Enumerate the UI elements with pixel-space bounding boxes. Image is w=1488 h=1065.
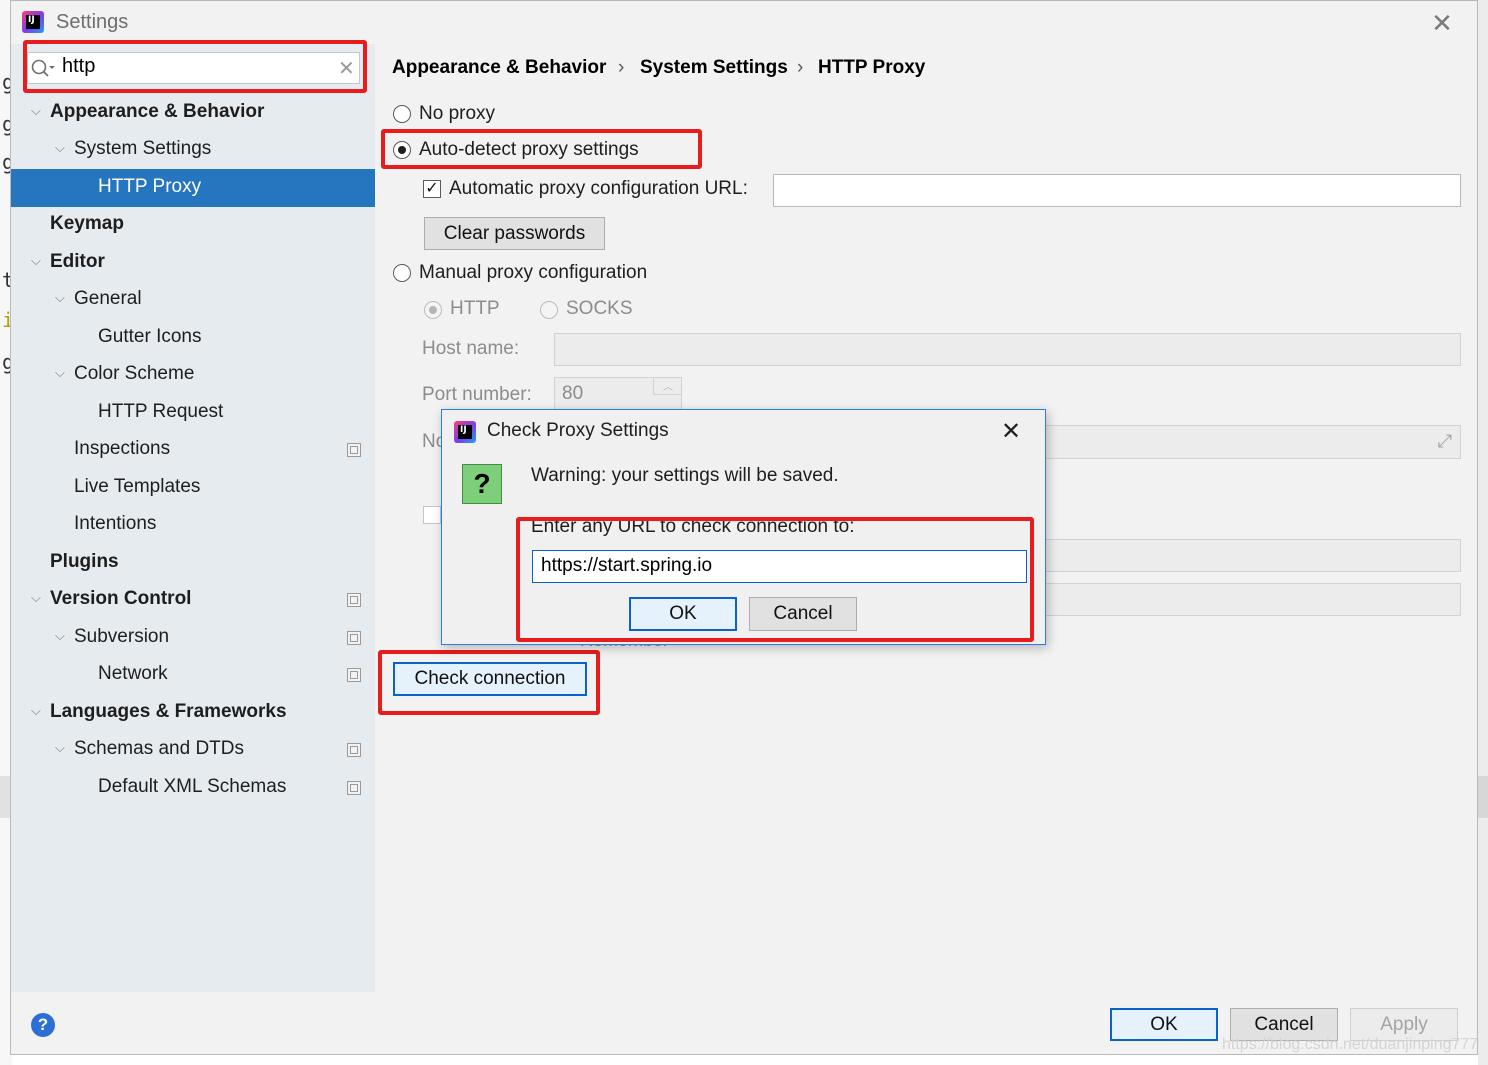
sidebar-item-live-templates[interactable]: Live Templates [74, 472, 200, 502]
ok-button[interactable]: OK [1110, 1008, 1218, 1041]
sidebar-item-http-request[interactable]: HTTP Request [98, 397, 223, 427]
question-icon: ? [462, 464, 502, 504]
sidebar-item-plugins[interactable]: Plugins [50, 547, 119, 577]
manual-proxy-radio[interactable] [393, 264, 411, 282]
project-settings-icon [347, 743, 361, 757]
sidebar-item-default-xml-schemas[interactable]: Default XML Schemas [98, 772, 286, 802]
stepper-up-icon[interactable]: ︿ [653, 378, 682, 395]
project-settings-icon [347, 593, 361, 607]
window-title: Settings [56, 11, 129, 33]
background-right-strip [1478, 0, 1488, 1065]
socks-label: SOCKS [566, 298, 633, 319]
dialog-title: Check Proxy Settings [487, 420, 669, 441]
expand-icon[interactable]: ⤢ [1438, 431, 1452, 452]
dialog-close-icon[interactable]: ✕ [998, 417, 1024, 446]
password-field[interactable] [1044, 583, 1461, 616]
sidebar-item-keymap[interactable]: Keymap [50, 209, 124, 239]
chevron-down-icon[interactable]: ⌵ [31, 590, 41, 606]
sidebar-item-schemas-dtds[interactable]: Schemas and DTDs [74, 734, 244, 764]
http-label: HTTP [450, 298, 500, 319]
no-proxy-for-field[interactable]: ⤢ [1044, 425, 1461, 459]
proxy-auth-checkbox[interactable] [423, 506, 441, 524]
chevron-down-icon[interactable]: ⌵ [31, 103, 41, 119]
breadcrumb-system-settings: System Settings [640, 57, 788, 78]
highlight-box-auto-detect [381, 129, 702, 169]
auto-config-url-checkbox[interactable]: ✓ [423, 180, 441, 198]
highlight-box-search [23, 40, 367, 93]
chevron-down-icon[interactable]: ⌵ [31, 703, 41, 719]
clear-passwords-button[interactable]: Clear passwords [424, 217, 605, 250]
host-name-field[interactable] [554, 333, 1461, 366]
dialog-warning: Warning: your settings will be saved. [531, 465, 839, 486]
chevron-down-icon[interactable]: ⌵ [55, 290, 65, 306]
host-name-label: Host name: [422, 338, 520, 359]
no-proxy-radio[interactable] [393, 105, 411, 123]
manual-proxy-label: Manual proxy configuration [419, 262, 648, 283]
watermark: https://blog.csdn.net/duanjinping777 [1222, 1036, 1479, 1053]
breadcrumb-separator-icon: › [618, 57, 625, 78]
sidebar-item-intentions[interactable]: Intentions [74, 509, 156, 539]
auto-config-url-field[interactable] [773, 174, 1461, 207]
intellij-logo-icon: IJ [454, 421, 476, 443]
sidebar-item-gutter-icons[interactable]: Gutter Icons [98, 322, 202, 352]
sidebar-item-network[interactable]: Network [98, 659, 168, 689]
port-number-value: 80 [562, 383, 584, 404]
auto-config-url-label: Automatic proxy configuration URL: [449, 178, 748, 199]
sidebar-item-subversion[interactable]: Subversion [74, 622, 169, 652]
breadcrumb-http-proxy: HTTP Proxy [818, 57, 926, 78]
project-settings-icon [347, 781, 361, 795]
login-field[interactable] [1044, 539, 1461, 572]
sidebar-item-languages-frameworks[interactable]: Languages & Frameworks [50, 697, 287, 727]
sidebar-item-general[interactable]: General [74, 284, 142, 314]
chevron-down-icon[interactable]: ⌵ [55, 740, 65, 756]
intellij-logo-icon: IJ [22, 11, 44, 33]
chevron-down-icon[interactable]: ⌵ [55, 628, 65, 644]
highlight-box-check-connection [378, 650, 600, 715]
chevron-down-icon[interactable]: ⌵ [55, 140, 65, 156]
close-icon[interactable]: ✕ [1428, 8, 1456, 39]
port-number-label: Port number: [422, 384, 532, 405]
project-settings-icon [347, 668, 361, 682]
sidebar-item-version-control[interactable]: Version Control [50, 584, 191, 614]
sidebar-item-editor[interactable]: Editor [50, 247, 105, 277]
port-number-stepper[interactable]: 80 ︿ [554, 377, 682, 410]
sidebar-item-color-scheme[interactable]: Color Scheme [74, 359, 194, 389]
http-radio[interactable] [424, 301, 442, 319]
project-settings-icon [347, 443, 361, 457]
chevron-down-icon[interactable]: ⌵ [31, 253, 41, 269]
sidebar-item-system-settings[interactable]: System Settings [74, 134, 211, 164]
chevron-down-icon[interactable]: ⌵ [55, 365, 65, 381]
breadcrumb-separator-icon: › [797, 57, 804, 78]
sidebar-item-inspections[interactable]: Inspections [74, 434, 170, 464]
help-icon[interactable]: ? [31, 1013, 55, 1037]
socks-radio[interactable] [540, 301, 558, 319]
project-settings-icon [347, 631, 361, 645]
title-bar: IJ [10, 0, 1478, 44]
breadcrumb-appearance: Appearance & Behavior [392, 57, 607, 78]
no-proxy-label: No proxy [419, 103, 496, 124]
highlight-box-dialog-url [516, 517, 1034, 642]
sidebar-item-http-proxy[interactable]: HTTP Proxy [98, 172, 201, 202]
background-divider [1478, 776, 1488, 818]
sidebar-item-appearance-behavior[interactable]: Appearance & Behavior [50, 97, 264, 127]
